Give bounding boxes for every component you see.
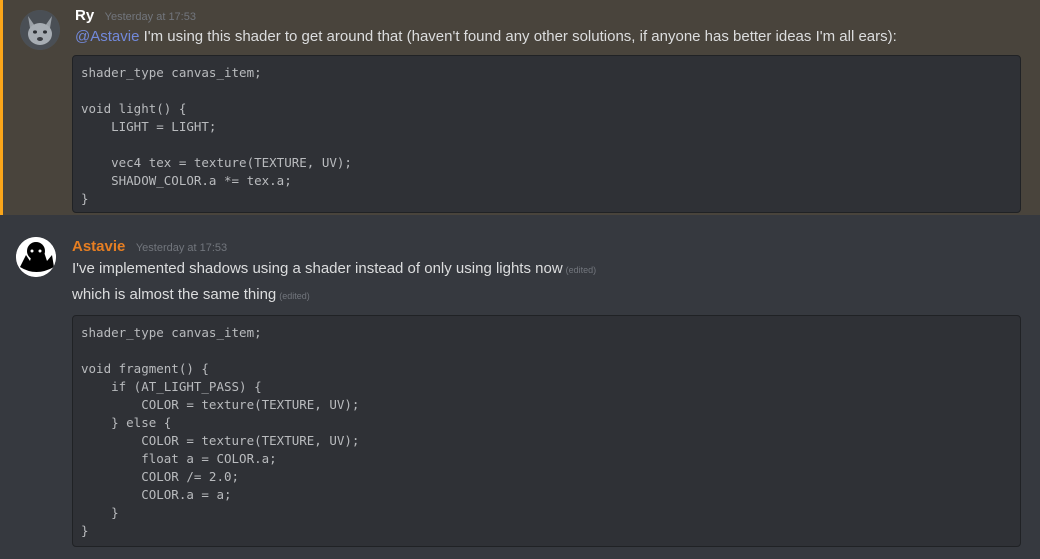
- code-line: SHADOW_COLOR.a *= tex.a;: [81, 173, 292, 188]
- code-line: float a = COLOR.a;: [81, 451, 277, 466]
- message-text: I'm using this shader to get around that…: [139, 28, 897, 45]
- code-line: shader_type canvas_item;: [81, 325, 262, 340]
- author-name[interactable]: Ry: [75, 7, 94, 24]
- message-astavie: Astavie Yesterday at 17:53 I've implemen…: [0, 215, 1040, 559]
- code-line: shader_type canvas_item;: [81, 65, 262, 80]
- timestamp: Yesterday at 17:53: [135, 242, 228, 254]
- wolf-avatar-icon: [20, 10, 60, 50]
- code-block: shader_type canvas_item;void fragment() …: [72, 315, 1021, 547]
- silhouette-avatar-icon: [16, 237, 56, 277]
- message-text: which is almost the same thing: [72, 286, 277, 303]
- edited-label: (edited): [279, 291, 310, 301]
- user-mention[interactable]: @Astavie: [75, 28, 139, 45]
- avatar[interactable]: [20, 10, 60, 50]
- code-line: void light() {: [81, 101, 187, 116]
- code-line: }: [81, 523, 89, 538]
- code-line: }: [81, 505, 119, 520]
- author-name[interactable]: Astavie: [72, 238, 125, 255]
- message-content: @Astavie I'm using this shader to get ar…: [75, 28, 897, 45]
- code-line: COLOR.a = a;: [81, 487, 232, 502]
- code-line: COLOR = texture(TEXTURE, UV);: [81, 433, 360, 448]
- code-line: }: [81, 191, 89, 206]
- edited-label: (edited): [565, 265, 597, 275]
- code-line: COLOR /= 2.0;: [81, 469, 240, 484]
- code-line: if (AT_LIGHT_PASS) {: [81, 379, 262, 394]
- avatar[interactable]: [16, 237, 56, 277]
- code-line: LIGHT = LIGHT;: [81, 119, 217, 134]
- message-text: I've implemented shadows using a shader …: [72, 260, 563, 277]
- message-line: I've implemented shadows using a shader …: [72, 260, 596, 277]
- code-line: vec4 tex = texture(TEXTURE, UV);: [81, 155, 352, 170]
- code-line: COLOR = texture(TEXTURE, UV);: [81, 397, 360, 412]
- code-line: void fragment() {: [81, 361, 209, 376]
- message-ry: Ry Yesterday at 17:53 @Astavie I'm using…: [0, 0, 1040, 215]
- timestamp: Yesterday at 17:53: [104, 11, 196, 23]
- message-line: which is almost the same thing (edited): [72, 286, 310, 303]
- code-block: shader_type canvas_item;void light() { L…: [72, 55, 1021, 213]
- code-line: } else {: [81, 415, 172, 430]
